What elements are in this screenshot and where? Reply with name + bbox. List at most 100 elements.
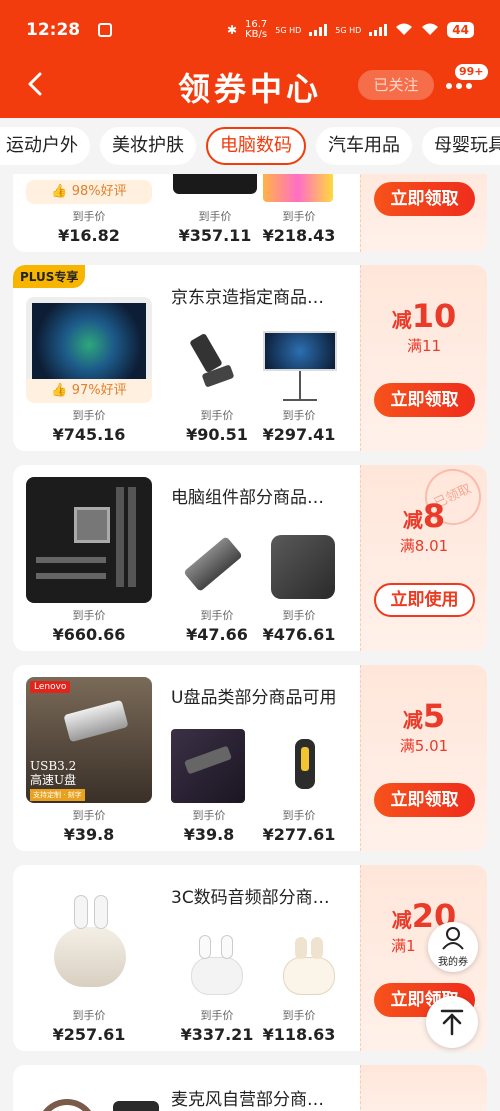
signal-2-icon — [369, 24, 388, 36]
product-image-projector-screen[interactable] — [26, 297, 152, 387]
claim-button[interactable]: 立即领取 — [374, 783, 475, 817]
rating-text: 98%好评 — [71, 184, 127, 199]
coupon-action: 减5 满5.01 立即领取 — [360, 665, 487, 851]
tab-auto-supplies[interactable]: 汽车用品 — [316, 127, 412, 165]
rating-text: 97%好评 — [71, 383, 127, 398]
price-value: ¥277.61 — [262, 825, 336, 844]
notification-app-icon — [98, 23, 113, 37]
plus-exclusive-tag: PLUS专享 — [13, 265, 86, 288]
price-label: 到手价 — [282, 1009, 316, 1022]
discount-amount: 减10 — [361, 297, 487, 335]
wifi-icon — [395, 22, 413, 39]
product-image-motherboard[interactable] — [26, 477, 152, 603]
coupon-title: 3C数码音频部分商… — [171, 888, 330, 908]
tab-computer-digital[interactable]: 电脑数码 — [206, 127, 306, 165]
discount-prefix: 减 — [402, 708, 423, 732]
coupon-products: 麦克风自营部分商… — [13, 1065, 360, 1111]
product-thumb-usb-drive[interactable] — [171, 729, 245, 803]
price-block: 到手价 ¥16.82 — [39, 208, 139, 245]
coupon-card[interactable]: 麦克风自营部分商… — [13, 1065, 487, 1111]
coupon-products: 3C数码音频部分商… 到手价 ¥257.61 到手价 ¥337.21 到手价 ¥… — [13, 865, 360, 1051]
product-thumb[interactable] — [173, 172, 257, 194]
use-now-button[interactable]: 立即使用 — [374, 583, 475, 617]
image-text-usb: USB3.2 — [30, 759, 77, 773]
product-thumb-ssd[interactable] — [267, 527, 347, 607]
price-block: 到手价 ¥39.8 — [39, 807, 139, 844]
battery-indicator: 44 — [447, 22, 474, 38]
brand-logo: Lenovo — [30, 681, 71, 693]
discount-number: 10 — [411, 297, 457, 335]
price-block: 到手价 ¥257.61 — [39, 1007, 139, 1044]
image-text-speed: 高速U盘 — [30, 773, 77, 787]
product-thumb-usb-drive[interactable] — [177, 527, 257, 607]
bluetooth-icon: ✱ — [226, 23, 237, 37]
tab-sports-outdoor[interactable]: 运动户外 — [0, 127, 90, 165]
tab-baby-toys[interactable]: 母婴玩具 — [422, 127, 500, 165]
product-thumb[interactable] — [263, 172, 333, 202]
discount-threshold: 满11 — [406, 337, 442, 355]
coupon-card[interactable]: 电脑组件部分商品… 到手价 ¥660.66 到手价 ¥47.66 到手价 ¥47… — [13, 465, 487, 651]
coupon-card[interactable]: 3C数码音频部分商… 到手价 ¥257.61 到手价 ¥337.21 到手价 ¥… — [13, 865, 487, 1051]
discount-amount: 减5 — [361, 697, 487, 735]
price-value: ¥257.61 — [52, 1025, 126, 1044]
coupon-card[interactable]: Lenovo USB3.2 高速U盘 支持定制 · 刻字 U盘品类部分商品可用 … — [13, 665, 487, 851]
price-value: ¥745.16 — [52, 425, 126, 444]
discount-prefix: 减 — [402, 508, 423, 532]
coupon-action: 已领取 减8 满8.01 立即使用 — [360, 465, 487, 651]
status-bar: 12:28 ✱ 16.7 KB/s 5G HD 5G HD 44 — [0, 0, 500, 60]
price-block: 到手价 ¥297.41 — [249, 407, 349, 444]
rating-badge: 👍 98%好评 — [26, 180, 152, 204]
product-image-microphone[interactable] — [37, 1099, 97, 1111]
thumbs-up-icon: 👍 — [51, 383, 68, 398]
back-to-top-button[interactable] — [426, 996, 478, 1048]
status-indicators: ✱ 16.7 KB/s 5G HD 5G HD 44 — [227, 20, 474, 40]
arrow-up-icon — [440, 1009, 464, 1036]
signal-1-icon — [309, 24, 328, 36]
image-text-custom: 支持定制 · 刻字 — [30, 789, 85, 801]
claim-button[interactable]: 立即领取 — [374, 383, 475, 417]
signal-2-label: 5G HD — [335, 25, 362, 35]
price-label: 到手价 — [192, 809, 226, 822]
thumbs-up-icon: 👍 — [51, 184, 68, 199]
price-label: 到手价 — [282, 409, 316, 422]
price-value: ¥39.8 — [63, 825, 115, 844]
coupon-title: 京东京造指定商品… — [171, 288, 324, 308]
price-label: 到手价 — [282, 809, 316, 822]
discount-prefix: 减 — [391, 308, 412, 332]
price-value: ¥118.63 — [262, 1025, 336, 1044]
product-thumb-earbuds[interactable] — [269, 927, 349, 1007]
my-coupons-button[interactable]: 我的券 — [428, 922, 478, 972]
coupon-products: 电脑组件部分商品… 到手价 ¥660.66 到手价 ¥47.66 到手价 ¥47… — [13, 465, 360, 651]
price-label: 到手价 — [72, 609, 106, 622]
product-image-earbuds[interactable] — [26, 877, 152, 1003]
price-value: ¥39.8 — [183, 825, 235, 844]
follow-button[interactable]: 已关注 — [358, 70, 434, 100]
price-block: 到手价 ¥39.8 — [159, 807, 259, 844]
message-count-badge: 99+ — [455, 64, 488, 80]
coupon-title: 麦克风自营部分商… — [171, 1090, 324, 1110]
coupon-title: U盘品类部分商品可用 — [171, 688, 337, 708]
discount-number: 8 — [422, 497, 446, 535]
price-label: 到手价 — [72, 409, 106, 422]
price-block: 到手价 ¥660.66 — [39, 607, 139, 644]
discount-threshold: 满5.01 — [399, 737, 449, 755]
product-thumb-microphone[interactable] — [113, 1101, 159, 1111]
price-label: 到手价 — [72, 809, 106, 822]
coupon-title: 电脑组件部分商品… — [171, 488, 324, 508]
price-block: 到手价 ¥118.63 — [249, 1007, 349, 1044]
price-block: 到手价 ¥476.61 — [249, 607, 349, 644]
product-thumb-earbuds[interactable] — [177, 927, 257, 1007]
claim-button[interactable]: 立即领取 — [374, 182, 475, 216]
tab-beauty-skincare[interactable]: 美妆护肤 — [100, 127, 196, 165]
product-thumb-usb-keychain[interactable] — [267, 729, 347, 809]
product-thumb-tripod-screen[interactable] — [261, 327, 341, 407]
product-thumb-usb-drive[interactable] — [177, 327, 257, 407]
price-label: 到手价 — [282, 210, 316, 223]
price-label: 到手价 — [282, 609, 316, 622]
network-speed-unit: KB/s — [245, 29, 268, 40]
product-image-lenovo-usb[interactable]: Lenovo USB3.2 高速U盘 支持定制 · 刻字 — [26, 677, 152, 803]
price-block: 到手价 ¥218.43 — [249, 208, 349, 245]
category-tabs-overlay: 运动户外 美妆护肤 电脑数码 汽车用品 母婴玩具 — [0, 118, 500, 174]
coupon-card[interactable]: PLUS专享 👍 97%好评 京东京造指定商品… 到手价 ¥745.16 到手价… — [13, 265, 487, 451]
network-speed: 16.7 KB/s — [245, 20, 267, 40]
